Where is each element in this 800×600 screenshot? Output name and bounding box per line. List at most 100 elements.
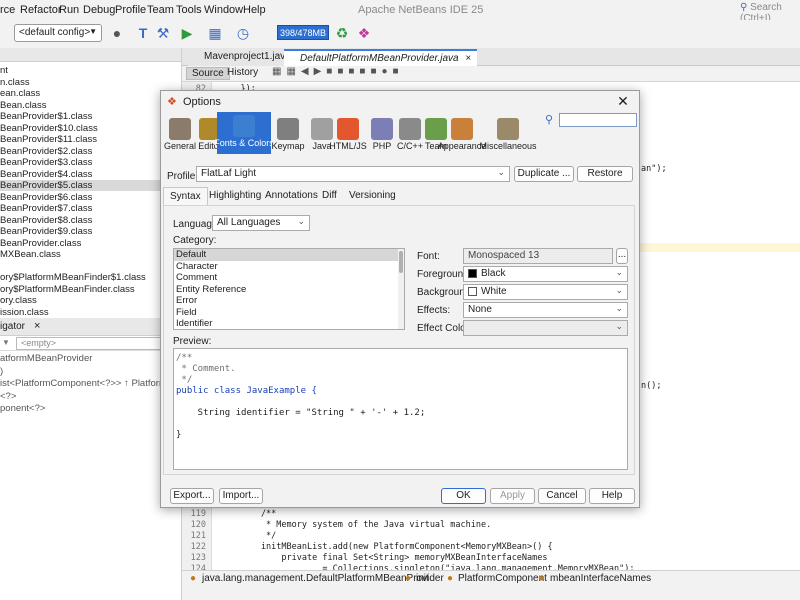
navigator-item[interactable]: atformMBeanProvider: [0, 353, 92, 364]
profile-icon[interactable]: ◷: [234, 24, 252, 42]
background-select[interactable]: White ⌄: [463, 284, 628, 300]
navigator-filter-select[interactable]: <empty>: [16, 337, 181, 350]
menu-refactor[interactable]: Refactor: [20, 4, 62, 16]
project-tree-item[interactable]: MXBean.class: [0, 249, 61, 260]
navigator-tab[interactable]: igator: [0, 321, 25, 332]
project-tree-item[interactable]: BeanProvider$4.class: [0, 169, 92, 180]
tab-syntax[interactable]: Syntax: [163, 187, 208, 205]
category-list[interactable]: Default Character Comment Entity Reference E…: [173, 248, 405, 330]
config-select[interactable]: <default config> ▼: [14, 24, 102, 42]
category-list-item[interactable]: Character: [174, 261, 404, 273]
duplicate-button[interactable]: Duplicate ...: [514, 166, 574, 182]
language-select[interactable]: All Languages ⌄: [212, 215, 310, 231]
code-line[interactable]: private final Set<String> memoryMXBeanIn…: [220, 553, 547, 563]
category-list-item[interactable]: Field: [174, 307, 404, 319]
category-fonts-colors[interactable]: Fonts & Colors: [214, 112, 274, 154]
close-icon[interactable]: ×: [465, 53, 471, 64]
project-tree-item[interactable]: ory.class: [0, 295, 37, 306]
run-icon[interactable]: ▶: [178, 24, 196, 42]
project-tree-item[interactable]: Bean.class: [0, 100, 46, 111]
clean-build-icon[interactable]: ⚒: [154, 24, 172, 42]
editor-tool-icons[interactable]: ▦▦◀▶■■■■■●■: [272, 66, 404, 77]
navigator-item[interactable]: ): [0, 366, 3, 377]
globe-icon[interactable]: ●: [108, 24, 126, 42]
category-list-item[interactable]: Comment: [174, 272, 404, 284]
import-button[interactable]: Import...: [219, 488, 263, 504]
category-list-item[interactable]: Identifier: [174, 318, 404, 329]
foreground-select[interactable]: Black ⌄: [463, 266, 628, 282]
code-line[interactable]: initMBeanList.add(new PlatformComponent<…: [220, 542, 553, 552]
category-list-item[interactable]: Default: [174, 249, 404, 261]
menu-team[interactable]: Team: [147, 4, 174, 16]
project-tree-item[interactable]: ory$PlatformMBeanFinder.class: [0, 284, 135, 295]
ide-search-box[interactable]: ⚲ Search (Ctrl+I): [740, 2, 800, 24]
options-search-input[interactable]: [559, 113, 637, 127]
apply-button[interactable]: Apply: [490, 488, 535, 504]
history-button[interactable]: History: [227, 67, 258, 78]
effect-color-select[interactable]: ⌄: [463, 320, 628, 336]
project-tree-item[interactable]: ory$PlatformMBeanFinder$1.class: [0, 272, 146, 283]
tab-versioning[interactable]: Versioning: [343, 187, 402, 205]
project-tree-item[interactable]: BeanProvider$5.class: [0, 180, 181, 191]
font-field[interactable]: Monospaced 13: [463, 248, 613, 264]
project-tree-item[interactable]: BeanProvider$1.class: [0, 111, 92, 122]
project-tree-item[interactable]: BeanProvider$3.class: [0, 157, 92, 168]
menu-help[interactable]: Help: [243, 4, 266, 16]
category-keymap[interactable]: Keymap: [271, 115, 305, 159]
navigator-item[interactable]: ponent<?>: [0, 403, 45, 414]
effects-select[interactable]: None ⌄: [463, 302, 628, 318]
help-button[interactable]: Help: [589, 488, 635, 504]
code-fragment[interactable]: n();: [641, 381, 661, 391]
font-browse-button[interactable]: ...: [616, 248, 628, 264]
scrollbar-thumb[interactable]: [399, 251, 403, 273]
memory-indicator[interactable]: 398/478MB: [277, 25, 329, 40]
profile-select[interactable]: FlatLaf Light ⌄: [196, 166, 510, 182]
category-miscellaneous[interactable]: Miscellaneous: [479, 115, 537, 159]
chevron-down-icon[interactable]: ▼: [2, 338, 10, 347]
category-html5[interactable]: HTML/JS: [329, 115, 367, 159]
project-tree-item[interactable]: BeanProvider$9.class: [0, 226, 92, 237]
breadcrumb-item[interactable]: init: [416, 573, 429, 584]
navigator-item[interactable]: ist<PlatformComponent<?>> ↑ PlatformMBea…: [0, 378, 181, 389]
category-list-item[interactable]: Entity Reference: [174, 284, 404, 296]
category-list-item[interactable]: Error: [174, 295, 404, 307]
close-icon[interactable]: ×: [34, 320, 40, 332]
project-tree-item[interactable]: BeanProvider$11.class: [0, 134, 97, 145]
breadcrumb-item[interactable]: mbeanInterfaceNames: [550, 573, 651, 584]
tab-default-platform-mbean-provider[interactable]: DefaultPlatformMBeanProvider.java ×: [284, 49, 478, 66]
category-appearance[interactable]: Appearance: [438, 115, 486, 159]
tab-diff[interactable]: Diff: [316, 187, 343, 205]
code-line[interactable]: */: [220, 531, 276, 541]
code-line[interactable]: /**: [220, 509, 276, 519]
menu-tools[interactable]: Tools: [176, 4, 202, 16]
export-button[interactable]: Export...: [170, 488, 214, 504]
menu-window[interactable]: Window: [204, 4, 243, 16]
hammer-icon[interactable]: T: [134, 24, 152, 42]
navigator-item[interactable]: <?>: [0, 391, 16, 402]
code-fragment[interactable]: an");: [641, 164, 667, 174]
source-button[interactable]: Source: [186, 67, 230, 80]
project-tree-item[interactable]: BeanProvider$7.class: [0, 203, 92, 214]
project-tree-item[interactable]: BeanProvider$8.class: [0, 215, 92, 226]
project-tree-item[interactable]: ission.class: [0, 307, 49, 318]
project-tree-item[interactable]: ean.class: [0, 88, 40, 99]
dialog-titlebar[interactable]: ❖ Options ✕: [161, 91, 639, 113]
project-tree-item[interactable]: nt: [0, 65, 8, 76]
profiler-icon[interactable]: ❖: [355, 24, 373, 42]
menu-source[interactable]: rce: [0, 4, 15, 16]
cancel-button[interactable]: Cancel: [538, 488, 586, 504]
ok-button[interactable]: OK: [441, 488, 486, 504]
breadcrumb-item[interactable]: PlatformComponent: [458, 573, 547, 584]
project-tree-item[interactable]: BeanProvider$6.class: [0, 192, 92, 203]
project-tree-item[interactable]: n.class: [0, 77, 30, 88]
gc-icon[interactable]: ♻: [333, 24, 351, 42]
restore-button[interactable]: Restore: [577, 166, 633, 182]
close-icon[interactable]: ✕: [615, 93, 631, 109]
project-tree-item[interactable]: BeanProvider$2.class: [0, 146, 92, 157]
category-general[interactable]: General: [163, 115, 197, 159]
tab-annotations[interactable]: Annotations: [259, 187, 324, 205]
tab-highlighting[interactable]: Highlighting: [203, 187, 267, 205]
category-scrollbar[interactable]: [398, 249, 404, 329]
menu-debug[interactable]: Debug: [83, 4, 115, 16]
menu-profile[interactable]: Profile: [115, 4, 146, 16]
